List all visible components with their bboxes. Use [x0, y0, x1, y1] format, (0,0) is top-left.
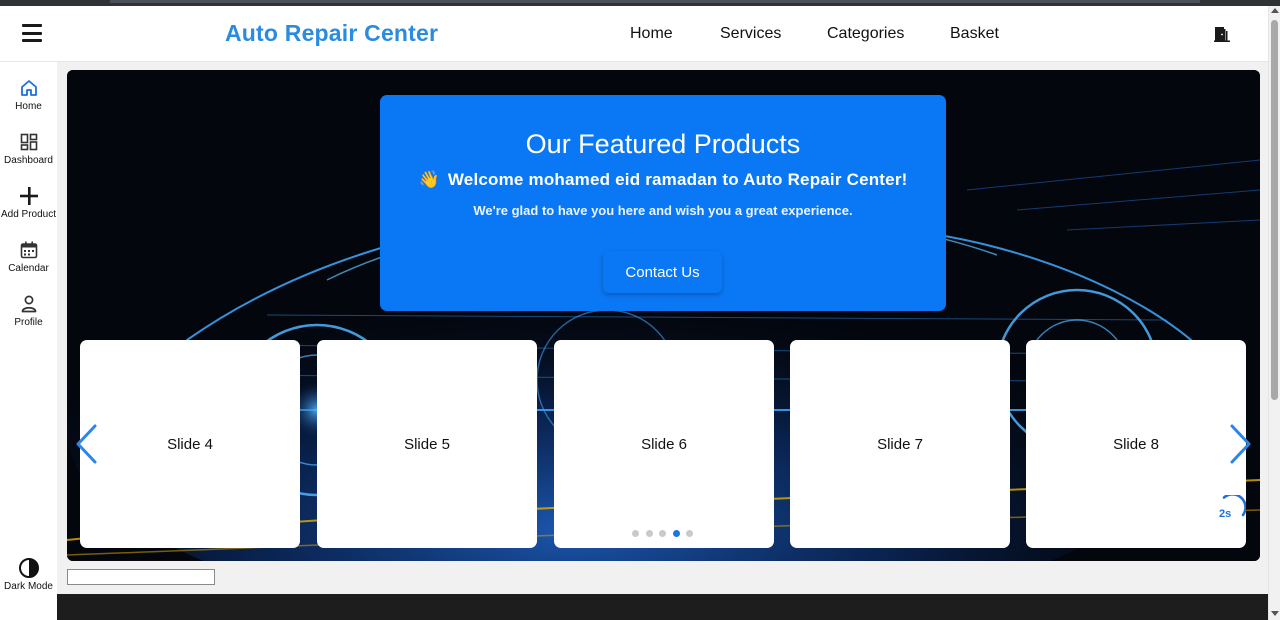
page-footer: [57, 594, 1268, 620]
sidebar-item-label: Profile: [14, 317, 43, 328]
hamburger-menu-icon[interactable]: [22, 24, 42, 42]
contrast-half-circle-icon: [18, 558, 39, 578]
pagination-dot-active[interactable]: [672, 530, 680, 537]
sidebar-item-calendar[interactable]: Calendar: [0, 240, 57, 274]
dashboard-grid-icon: [20, 133, 37, 151]
welcome-message: 👋 Welcome mohamed eid ramadan to Auto Rep…: [380, 170, 946, 190]
carousel-slide[interactable]: Slide 4: [80, 340, 300, 548]
welcome-subtitle: We're glad to have you here and wish you…: [473, 203, 853, 218]
carousel-prev-button[interactable]: [73, 422, 101, 466]
contact-us-button[interactable]: Contact Us: [603, 251, 722, 293]
autoplay-countdown: 2s: [1219, 508, 1232, 520]
chevron-left-icon: [76, 424, 97, 464]
carousel-slide[interactable]: Slide 7: [790, 340, 1010, 548]
nav-link-home[interactable]: Home: [630, 25, 673, 43]
calendar-icon: [20, 241, 37, 259]
brand-title[interactable]: Auto Repair Center: [225, 20, 438, 47]
waving-hand-icon: 👋: [418, 170, 440, 189]
carousel-slide[interactable]: Slide 6: [554, 340, 774, 548]
top-strip-accent: [110, 0, 1200, 3]
sidebar-item-profile[interactable]: Profile: [0, 294, 57, 328]
pagination-dot[interactable]: [632, 530, 639, 537]
welcome-text: Welcome mohamed eid ramadan to Auto Repa…: [447, 170, 908, 189]
vertical-scrollbar[interactable]: [1268, 6, 1280, 620]
scrollbar-thumb[interactable]: [1271, 20, 1278, 400]
dark-mode-label: Dark Mode: [4, 581, 53, 592]
scroll-down-arrow-icon[interactable]: [1271, 611, 1279, 616]
sidebar-item-label: Calendar: [8, 263, 49, 274]
carousel-next-button[interactable]: [1226, 422, 1254, 466]
logout-door-icon[interactable]: [1212, 24, 1232, 44]
dark-mode-toggle[interactable]: Dark Mode: [0, 557, 57, 592]
pagination-dot[interactable]: [645, 530, 653, 537]
home-icon: [20, 80, 37, 96]
chevron-right-icon: [1230, 424, 1251, 464]
nav-link-basket[interactable]: Basket: [950, 25, 999, 43]
text-input[interactable]: [67, 569, 215, 585]
featured-products-card: Our Featured Products 👋 Welcome mohamed e…: [380, 95, 946, 311]
pagination-dot[interactable]: [686, 530, 693, 537]
sidebar-item-home[interactable]: Home: [0, 78, 57, 112]
sidebar-item-add-product[interactable]: Add Product: [0, 186, 57, 220]
plus-icon: [19, 187, 38, 205]
top-navbar: Auto Repair Center Home Services Categor…: [0, 6, 1268, 62]
nav-link-services[interactable]: Services: [720, 25, 781, 43]
sidebar-item-label: Dashboard: [4, 155, 53, 166]
user-icon: [21, 295, 36, 313]
sidebar-item-dashboard[interactable]: Dashboard: [0, 132, 57, 166]
scroll-up-arrow-icon[interactable]: [1271, 8, 1279, 13]
sidebar-item-label: Home: [15, 101, 42, 112]
sidebar-item-label: Add Product: [0, 209, 57, 220]
featured-title: Our Featured Products: [525, 129, 801, 159]
nav-link-categories[interactable]: Categories: [827, 25, 904, 43]
pagination-dot[interactable]: [659, 530, 666, 537]
left-sidebar: Home Dashboard Add Product Calendar Prof…: [0, 62, 57, 620]
carousel-slide[interactable]: Slide 5: [317, 340, 537, 548]
